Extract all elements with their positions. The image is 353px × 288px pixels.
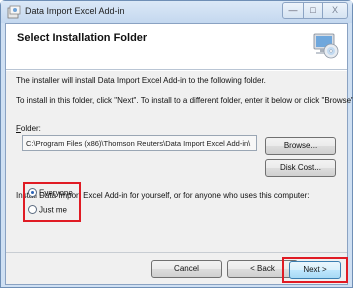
minimize-button[interactable]: — (282, 2, 304, 19)
folder-path-input[interactable] (22, 135, 257, 151)
radio-just-me[interactable]: Just me (28, 205, 67, 217)
radio-just-me-label[interactable]: Just me (39, 205, 67, 214)
folder-label: Folder: (16, 124, 41, 133)
dialog-client-area: Select Installation Folder The installer… (5, 23, 353, 285)
radio-just-me-indicator[interactable] (28, 205, 37, 215)
cancel-button[interactable]: Cancel (151, 260, 222, 278)
close-button[interactable]: X (322, 2, 348, 19)
install-scope-radio-group: Everyone Just me (23, 182, 81, 222)
radio-everyone[interactable]: Everyone (28, 188, 73, 200)
dialog-header: Select Installation Folder (6, 24, 347, 70)
computer-disc-icon (310, 31, 340, 61)
instructions-text: To install in this folder, click "Next".… (16, 96, 353, 105)
radio-everyone-label[interactable]: Everyone (39, 188, 73, 197)
folder-label-text: older: (20, 124, 41, 133)
maximize-button[interactable]: □ (303, 2, 323, 19)
radio-everyone-indicator[interactable] (28, 188, 37, 198)
title-bar[interactable]: Data Import Excel Add-in — □ X (1, 1, 352, 23)
installer-window: Data Import Excel Add-in — □ X Select In… (0, 0, 353, 288)
installer-app-icon (7, 5, 21, 19)
browse-button[interactable]: Browse... (265, 137, 336, 155)
dialog-body: The installer will install Data Import E… (6, 71, 353, 252)
intro-text: The installer will install Data Import E… (16, 76, 266, 85)
dialog-footer: Cancel < Back Next > (6, 252, 348, 284)
next-button-highlight: Next > (282, 257, 348, 283)
disk-cost-button[interactable]: Disk Cost... (265, 159, 336, 177)
page-title: Select Installation Folder (17, 32, 148, 44)
window-title: Data Import Excel Add-in (25, 6, 125, 16)
next-button[interactable]: Next > (289, 261, 341, 279)
